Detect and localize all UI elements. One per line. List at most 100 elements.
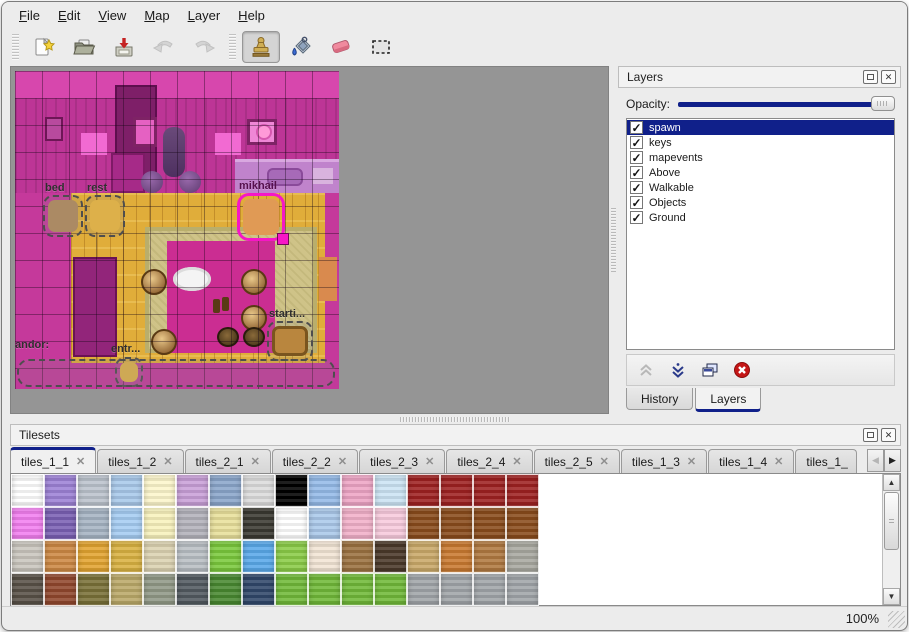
- tile-swatch-60[interactable]: [407, 573, 440, 606]
- tile-swatch-45[interactable]: [440, 540, 473, 573]
- tile-swatch-23[interactable]: [242, 507, 275, 540]
- tile-swatch-11[interactable]: [374, 474, 407, 507]
- map-canvas[interactable]: bed rest mikhail starti... entr... andor…: [15, 71, 339, 389]
- layer-row-above[interactable]: ✓ Above: [627, 165, 894, 180]
- tileset-tab-tiles_2_1[interactable]: tiles_2_1✕: [185, 449, 271, 473]
- tab-close-icon[interactable]: ✕: [163, 455, 172, 468]
- tile-swatch-57[interactable]: [308, 573, 341, 606]
- tileset-tab-tiles_2_5[interactable]: tiles_2_5✕: [534, 449, 620, 473]
- menu-map[interactable]: Map: [135, 4, 178, 27]
- tile-swatch-35[interactable]: [110, 540, 143, 573]
- tile-swatch-10[interactable]: [341, 474, 374, 507]
- tileset-tab-tiles_1_2[interactable]: tiles_1_2✕: [97, 449, 183, 473]
- tile-swatch-18[interactable]: [77, 507, 110, 540]
- tile-swatch-59[interactable]: [374, 573, 407, 606]
- map-view[interactable]: bed rest mikhail starti... entr... andor…: [10, 66, 609, 414]
- scrollbar-thumb[interactable]: [884, 492, 899, 550]
- tile-swatch-15[interactable]: [506, 474, 539, 507]
- tile-swatch-61[interactable]: [440, 573, 473, 606]
- tile-swatch-34[interactable]: [77, 540, 110, 573]
- tab-history[interactable]: History: [626, 388, 693, 410]
- tab-close-icon[interactable]: ✕: [600, 455, 609, 468]
- tab-close-icon[interactable]: ✕: [512, 455, 521, 468]
- tile-swatch-43[interactable]: [374, 540, 407, 573]
- scroll-down-button[interactable]: ▼: [883, 588, 900, 605]
- tab-close-icon[interactable]: ✕: [687, 455, 696, 468]
- stamp-brush-button[interactable]: [242, 31, 280, 63]
- scroll-tabs-left-button[interactable]: ◀: [867, 449, 884, 472]
- tile-swatch-1[interactable]: [44, 474, 77, 507]
- raise-layer-button[interactable]: [635, 359, 657, 381]
- layer-visibility-checkbox[interactable]: ✓: [630, 136, 643, 149]
- menu-file[interactable]: File: [10, 4, 49, 27]
- tile-swatch-8[interactable]: [275, 474, 308, 507]
- tab-close-icon[interactable]: ✕: [425, 455, 434, 468]
- opacity-slider-handle[interactable]: [871, 96, 895, 111]
- tile-swatch-9[interactable]: [308, 474, 341, 507]
- tile-swatch-39[interactable]: [242, 540, 275, 573]
- palette-scrollbar[interactable]: ▲ ▼: [882, 474, 900, 605]
- map-object-bed[interactable]: [43, 195, 83, 237]
- tile-swatch-13[interactable]: [440, 474, 473, 507]
- opacity-slider[interactable]: [678, 96, 895, 112]
- tile-swatch-19[interactable]: [110, 507, 143, 540]
- new-map-button[interactable]: [25, 31, 63, 63]
- layer-visibility-checkbox[interactable]: ✓: [630, 196, 643, 209]
- layer-row-walkable[interactable]: ✓ Walkable: [627, 180, 894, 195]
- tile-swatch-48[interactable]: [11, 573, 44, 606]
- tile-swatch-52[interactable]: [143, 573, 176, 606]
- tile-swatch-29[interactable]: [440, 507, 473, 540]
- tile-swatch-30[interactable]: [473, 507, 506, 540]
- tile-swatch-17[interactable]: [44, 507, 77, 540]
- delete-layer-button[interactable]: [731, 359, 753, 381]
- tile-swatch-32[interactable]: [11, 540, 44, 573]
- open-map-button[interactable]: [65, 31, 103, 63]
- tileset-tab-tiles_2_4[interactable]: tiles_2_4✕: [446, 449, 532, 473]
- tab-layers[interactable]: Layers: [695, 388, 761, 412]
- tileset-tab-tiles_1_4[interactable]: tiles_1_4✕: [708, 449, 794, 473]
- map-object-rest[interactable]: [85, 195, 125, 237]
- tile-swatch-7[interactable]: [242, 474, 275, 507]
- tile-swatch-21[interactable]: [176, 507, 209, 540]
- tab-close-icon[interactable]: ✕: [251, 455, 260, 468]
- layer-visibility-checkbox[interactable]: ✓: [630, 121, 643, 134]
- menu-layer[interactable]: Layer: [179, 4, 230, 27]
- undo-button[interactable]: [145, 31, 183, 63]
- layer-visibility-checkbox[interactable]: ✓: [630, 181, 643, 194]
- tile-swatch-56[interactable]: [275, 573, 308, 606]
- map-object-bottom-wall[interactable]: [17, 359, 335, 387]
- tile-swatch-47[interactable]: [506, 540, 539, 573]
- tile-swatch-16[interactable]: [11, 507, 44, 540]
- horizontal-splitter[interactable]: [2, 414, 907, 424]
- tile-swatch-37[interactable]: [176, 540, 209, 573]
- tile-swatch-0[interactable]: [11, 474, 44, 507]
- tile-swatch-12[interactable]: [407, 474, 440, 507]
- toolbar-drag-handle[interactable]: [12, 34, 19, 60]
- opacity-slider-groove[interactable]: [678, 102, 893, 107]
- tile-swatch-44[interactable]: [407, 540, 440, 573]
- scrollbar-track[interactable]: [883, 551, 900, 588]
- bucket-fill-button[interactable]: [282, 31, 320, 63]
- tile-swatch-24[interactable]: [275, 507, 308, 540]
- redo-button[interactable]: [185, 31, 223, 63]
- tile-swatch-42[interactable]: [341, 540, 374, 573]
- tile-swatch-22[interactable]: [209, 507, 242, 540]
- tileset-tab-tiles_1_3[interactable]: tiles_1_3✕: [621, 449, 707, 473]
- save-map-button[interactable]: [105, 31, 143, 63]
- close-panel-button[interactable]: ✕: [881, 70, 896, 84]
- tile-swatch-54[interactable]: [209, 573, 242, 606]
- menu-help[interactable]: Help: [229, 4, 274, 27]
- tile-swatch-55[interactable]: [242, 573, 275, 606]
- layer-row-spawn[interactable]: ✓ spawn: [627, 120, 894, 135]
- tile-swatch-5[interactable]: [176, 474, 209, 507]
- tileset-tab-truncated[interactable]: tiles_1_: [795, 449, 857, 473]
- tile-swatch-51[interactable]: [110, 573, 143, 606]
- tile-swatch-49[interactable]: [44, 573, 77, 606]
- float-panel-button[interactable]: [863, 428, 878, 442]
- tile-swatch-36[interactable]: [143, 540, 176, 573]
- scroll-up-button[interactable]: ▲: [883, 474, 900, 491]
- tileset-tab-tiles_1_1[interactable]: tiles_1_1✕: [10, 447, 96, 473]
- tile-swatch-26[interactable]: [341, 507, 374, 540]
- tile-swatch-28[interactable]: [407, 507, 440, 540]
- layer-row-ground[interactable]: ✓ Ground: [627, 210, 894, 225]
